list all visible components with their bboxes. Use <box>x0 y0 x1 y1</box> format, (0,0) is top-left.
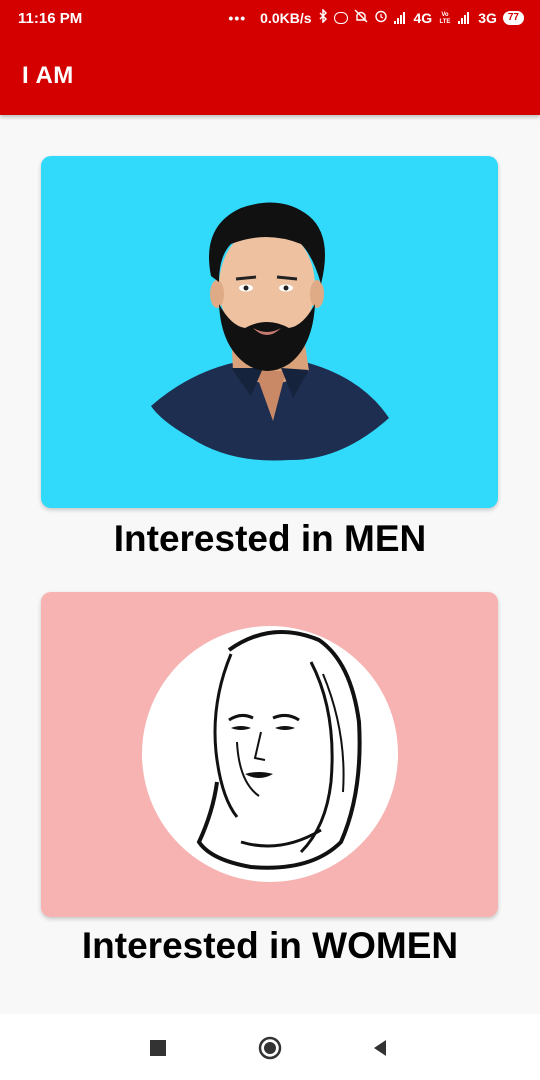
women-card[interactable] <box>41 592 498 917</box>
status-bar: 11:16 PM ••• 0.0KB/s 4G Vo LTE 3G 77 <box>0 0 540 38</box>
men-card-label[interactable]: Interested in MEN <box>0 518 540 560</box>
status-icons: ••• 0.0KB/s 4G Vo LTE 3G 77 <box>228 8 524 26</box>
man-avatar-icon <box>151 202 389 461</box>
signal-icon-2 <box>458 11 472 24</box>
volte-icon: Vo LTE <box>438 10 452 26</box>
svg-text:LTE: LTE <box>440 19 451 24</box>
circle-home-icon[interactable] <box>258 1036 282 1060</box>
page-title: I AM <box>22 62 74 89</box>
system-nav-bar <box>0 1014 540 1080</box>
svg-text:Vo: Vo <box>442 12 450 18</box>
network-type-2: 3G <box>478 9 497 26</box>
status-time: 11:16 PM <box>18 10 83 27</box>
women-card-label[interactable]: Interested in WOMEN <box>0 925 540 967</box>
app-bar: I AM <box>0 38 540 115</box>
square-recents-icon[interactable] <box>146 1036 170 1060</box>
battery-icon: 77 <box>502 10 524 25</box>
woman-avatar-icon <box>142 626 398 882</box>
network-speed: 0.0KB/s <box>260 9 312 26</box>
more-dots-icon: ••• <box>228 9 247 26</box>
vibrate-icon <box>333 11 348 24</box>
men-card[interactable] <box>41 156 498 508</box>
bluetooth-icon <box>318 8 328 26</box>
network-type-1: 4G <box>413 9 433 26</box>
alarm-icon <box>374 9 388 26</box>
triangle-back-icon[interactable] <box>368 1036 392 1060</box>
signal-icon <box>393 11 408 24</box>
mute-icon <box>354 9 368 26</box>
